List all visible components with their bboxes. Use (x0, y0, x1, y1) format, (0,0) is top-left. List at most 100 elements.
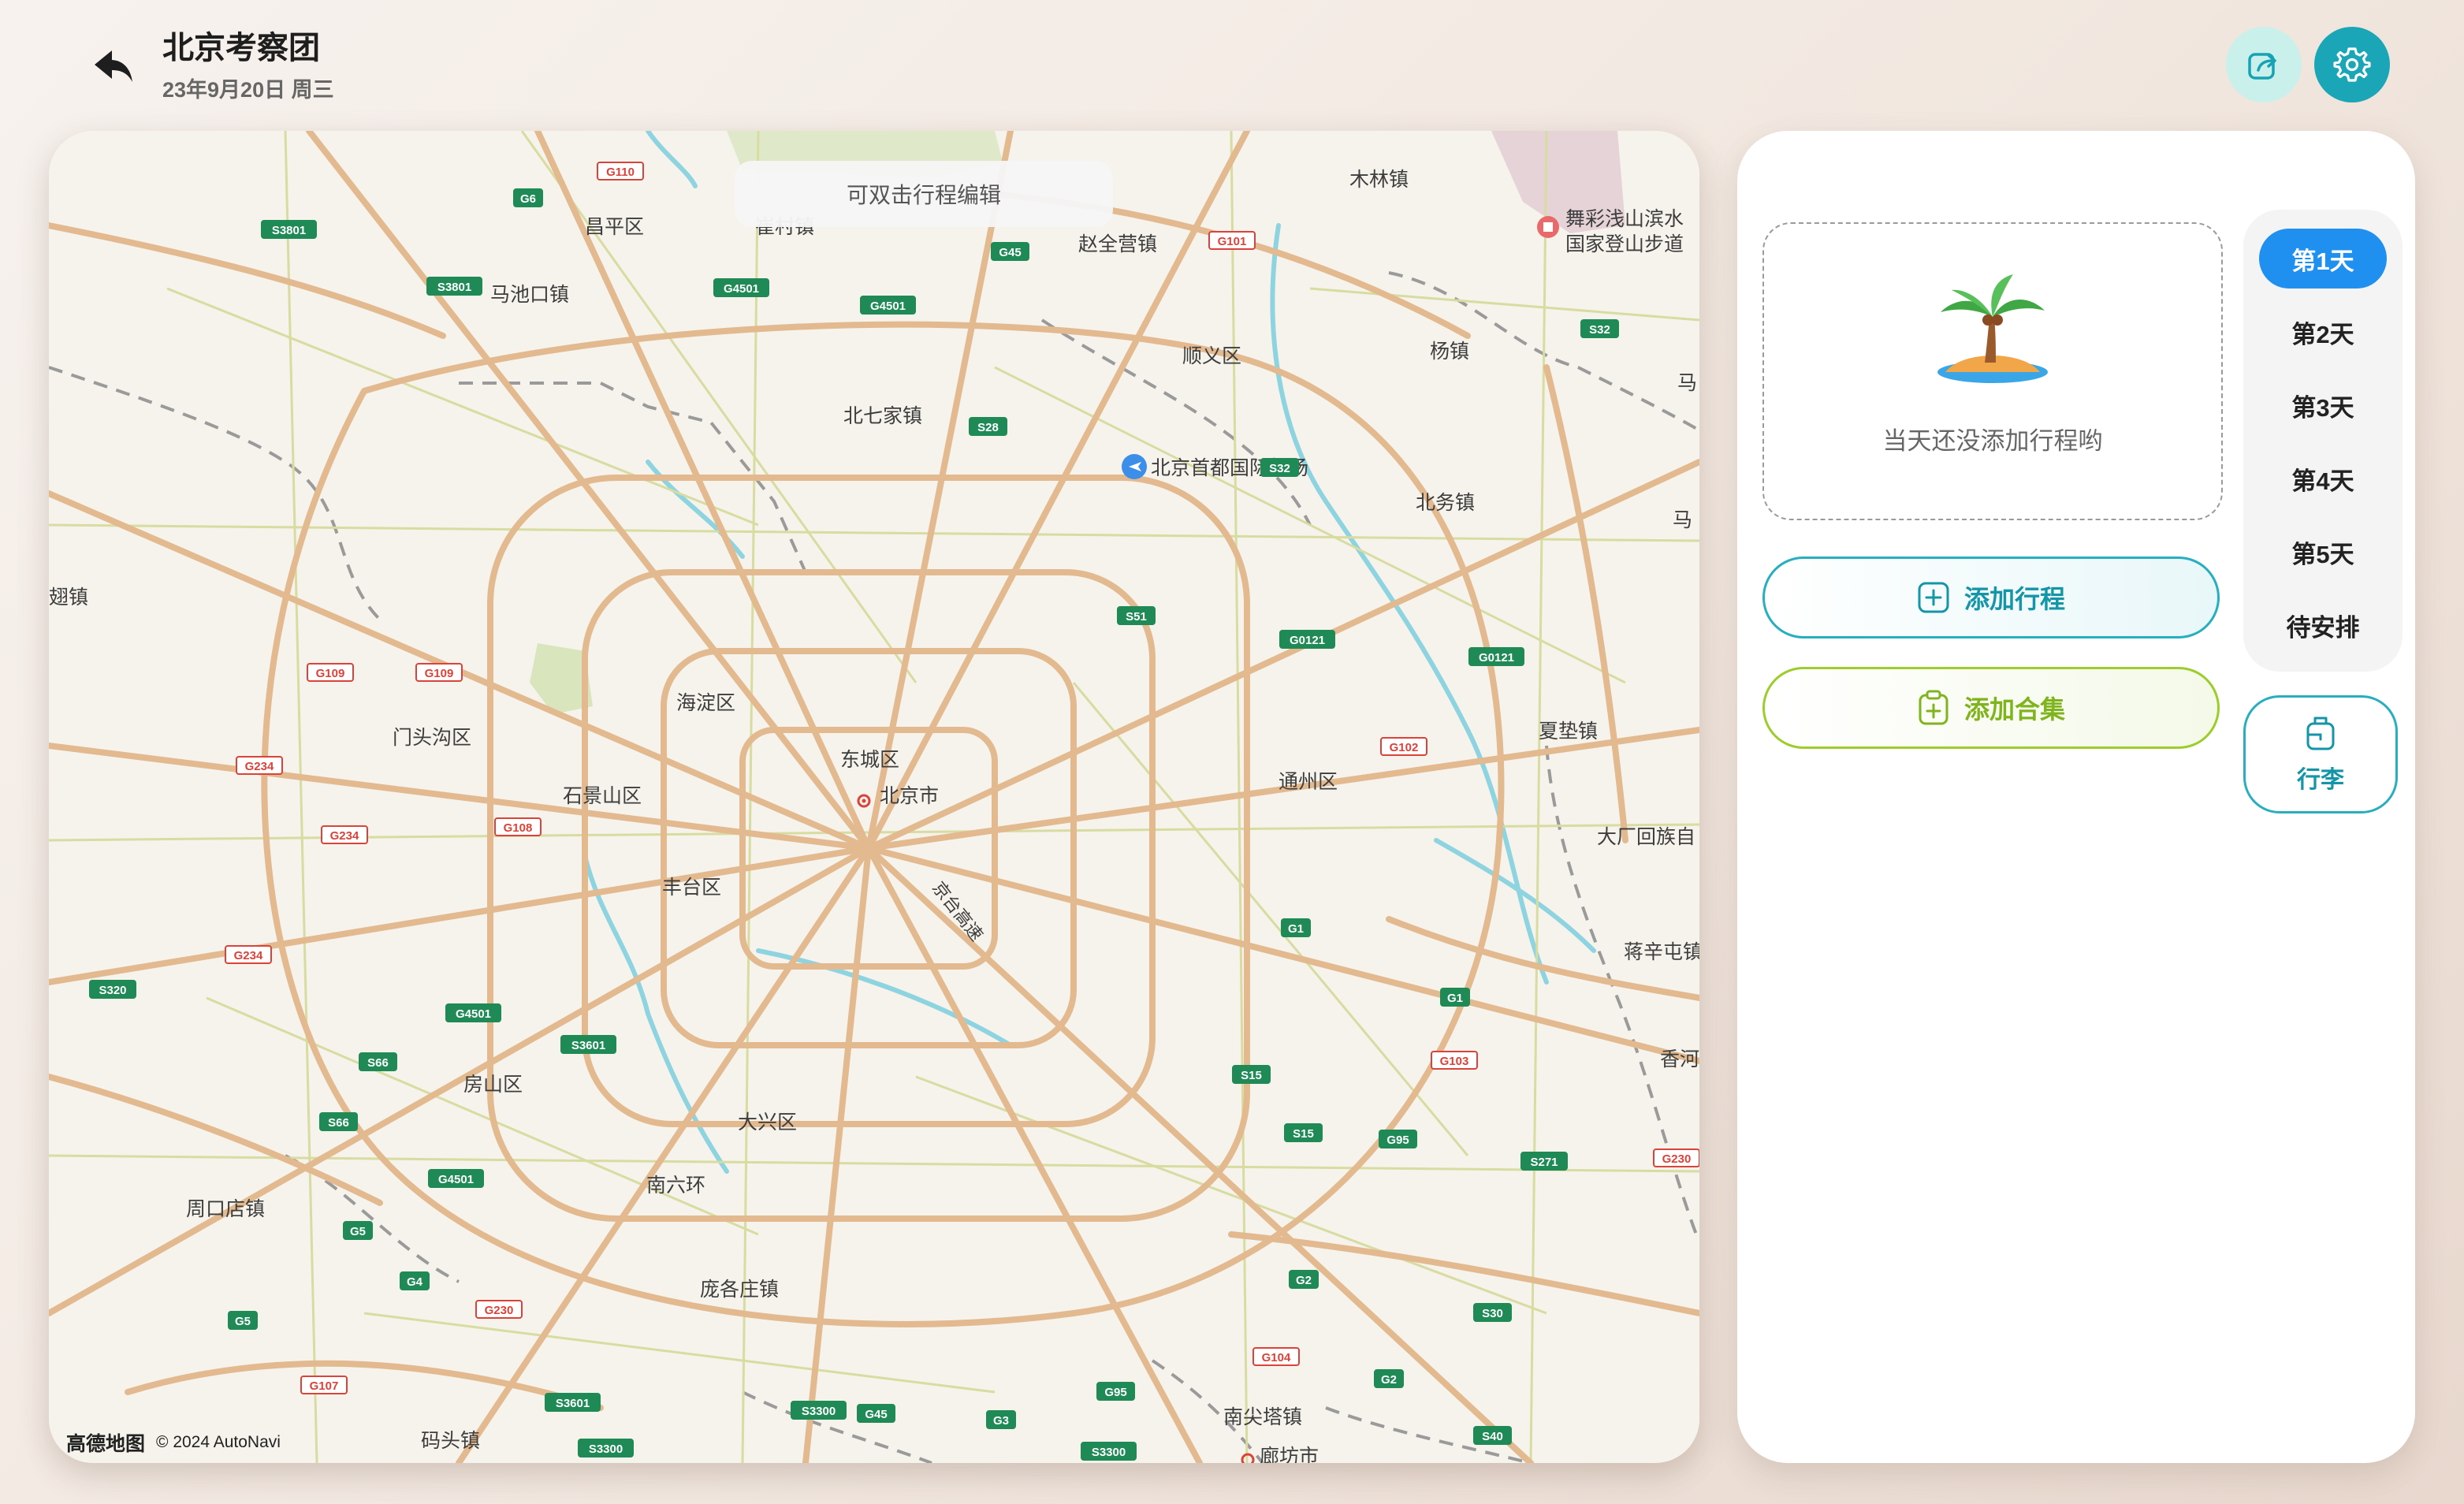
svg-text:G45: G45 (999, 246, 1021, 259)
svg-text:G4: G4 (407, 1275, 423, 1289)
map-label: 大厂回族自 (1597, 826, 1695, 848)
svg-text:S3300: S3300 (589, 1443, 623, 1456)
luggage-button[interactable]: 行李 (2243, 695, 2398, 813)
road-shield: S3300 (1081, 1442, 1137, 1461)
road-shield: G234 (321, 825, 368, 844)
road-shield: G4 (400, 1271, 430, 1290)
svg-text:G1: G1 (1447, 992, 1463, 1005)
road-shield: S66 (359, 1052, 397, 1071)
svg-text:G234: G234 (245, 760, 274, 773)
map-label: 海淀区 (676, 692, 735, 714)
road-shield: S51 (1117, 606, 1156, 625)
map-label: 舞彩浅山滨水 (1565, 208, 1684, 230)
svg-text:G5: G5 (235, 1315, 251, 1328)
svg-text:S66: S66 (328, 1116, 349, 1130)
svg-text:G230: G230 (485, 1304, 514, 1317)
map-label: 南尖塔镇 (1223, 1406, 1302, 1428)
map-label: 赵全营镇 (1078, 233, 1157, 255)
road-shield: G101 (1208, 231, 1256, 250)
svg-text:G110: G110 (606, 166, 635, 179)
svg-text:G0121: G0121 (1479, 651, 1514, 665)
road-shield: G1 (1281, 918, 1311, 937)
map-label: 大兴区 (738, 1111, 797, 1134)
svg-text:S32: S32 (1589, 323, 1610, 337)
svg-text:G103: G103 (1440, 1055, 1469, 1068)
map-attribution: 高德地图 © 2024 AutoNavi (66, 1428, 281, 1457)
road-shield: G230 (1653, 1148, 1699, 1167)
svg-text:G4501: G4501 (456, 1007, 491, 1021)
tab-unscheduled[interactable]: 待安排 (2259, 595, 2387, 655)
map-label: 廊坊市 (1260, 1446, 1319, 1463)
map-label: 马 (1673, 509, 1692, 531)
add-collection-button[interactable]: 添加合集 (1762, 667, 2220, 749)
road-shield: S30 (1473, 1303, 1512, 1322)
tab-day-2[interactable]: 第2天 (2259, 302, 2387, 362)
map-view[interactable]: 昌平区 马池口镇 赵全营镇 木林镇 舞彩浅山滨水 国家登山步道 顺义区 杨镇 北… (49, 131, 1699, 1463)
back-arrow-icon (95, 50, 132, 82)
road-shield: S15 (1232, 1065, 1271, 1084)
svg-text:G5: G5 (350, 1225, 366, 1238)
svg-text:G107: G107 (310, 1379, 339, 1393)
map-copyright: © 2024 AutoNavi (156, 1433, 281, 1451)
map-provider-logo: 高德地图 (66, 1433, 146, 1455)
share-icon (2248, 53, 2276, 80)
svg-text:G45: G45 (865, 1408, 887, 1421)
svg-text:G6: G6 (520, 192, 536, 206)
map-label: 房山区 (463, 1074, 523, 1096)
svg-text:S3300: S3300 (802, 1405, 836, 1418)
svg-text:S320: S320 (99, 984, 126, 997)
map-label: 昌平区 (585, 216, 644, 238)
road-shield: G103 (1431, 1051, 1478, 1070)
road-shield: S271 (1520, 1152, 1568, 1171)
svg-text:G234: G234 (234, 949, 263, 962)
tab-day-1[interactable]: 第1天 (2259, 229, 2387, 289)
svg-text:G104: G104 (1262, 1351, 1291, 1364)
tab-day-5[interactable]: 第5天 (2259, 522, 2387, 582)
svg-text:S271: S271 (1530, 1156, 1558, 1169)
add-collection-label: 添加合集 (1963, 695, 2065, 724)
svg-text:G109: G109 (316, 667, 345, 680)
share-button[interactable] (2226, 27, 2302, 102)
svg-text:G95: G95 (1386, 1134, 1409, 1147)
road-shield: S40 (1473, 1426, 1512, 1445)
road-shield: G108 (494, 817, 542, 836)
add-itinerary-button[interactable]: 添加行程 (1762, 557, 2220, 638)
back-button[interactable] (88, 44, 139, 88)
map-label: 周口店镇 (186, 1198, 265, 1220)
svg-text:S28: S28 (977, 421, 999, 434)
road-shield: G107 (300, 1376, 348, 1394)
map-label: 顺义区 (1182, 345, 1241, 367)
map-label: 杨镇 (1430, 341, 1469, 363)
map-label: 国家登山步道 (1565, 233, 1684, 255)
map-canvas[interactable]: 昌平区 马池口镇 赵全营镇 木林镇 舞彩浅山滨水 国家登山步道 顺义区 杨镇 北… (49, 131, 1699, 1463)
svg-text:S3601: S3601 (556, 1397, 590, 1410)
svg-text:G3: G3 (993, 1414, 1009, 1428)
road-shield: G4501 (445, 1003, 501, 1022)
svg-text:G2: G2 (1381, 1373, 1397, 1387)
page-title: 北京考察团 (162, 31, 320, 65)
svg-text:G1: G1 (1288, 922, 1304, 936)
svg-text:G102: G102 (1390, 741, 1419, 754)
map-label: 丰台区 (662, 877, 721, 899)
svg-text:S32: S32 (1269, 462, 1290, 475)
map-label: 石景山区 (563, 785, 642, 807)
svg-text:S66: S66 (367, 1056, 389, 1070)
svg-text:S51: S51 (1126, 610, 1147, 624)
road-shield: S15 (1284, 1123, 1323, 1142)
road-shield: G95 (1379, 1130, 1417, 1148)
map-label: 香河 (1660, 1048, 1699, 1070)
add-itinerary-label: 添加行程 (1963, 585, 2065, 613)
road-shield: G4501 (860, 296, 916, 315)
settings-button[interactable] (2314, 27, 2390, 102)
road-shield: G4501 (428, 1169, 484, 1188)
tab-day-3[interactable]: 第3天 (2259, 375, 2387, 435)
palm-island-icon (1937, 274, 2048, 383)
map-label: 北务镇 (1416, 492, 1475, 514)
road-shield: G6 (513, 188, 543, 207)
svg-text:G109: G109 (425, 667, 454, 680)
road-shield: G5 (228, 1311, 258, 1330)
svg-text:G95: G95 (1104, 1386, 1126, 1399)
svg-text:G0121: G0121 (1290, 634, 1325, 647)
tab-day-4[interactable]: 第4天 (2259, 449, 2387, 508)
road-shield: S32 (1580, 319, 1619, 338)
